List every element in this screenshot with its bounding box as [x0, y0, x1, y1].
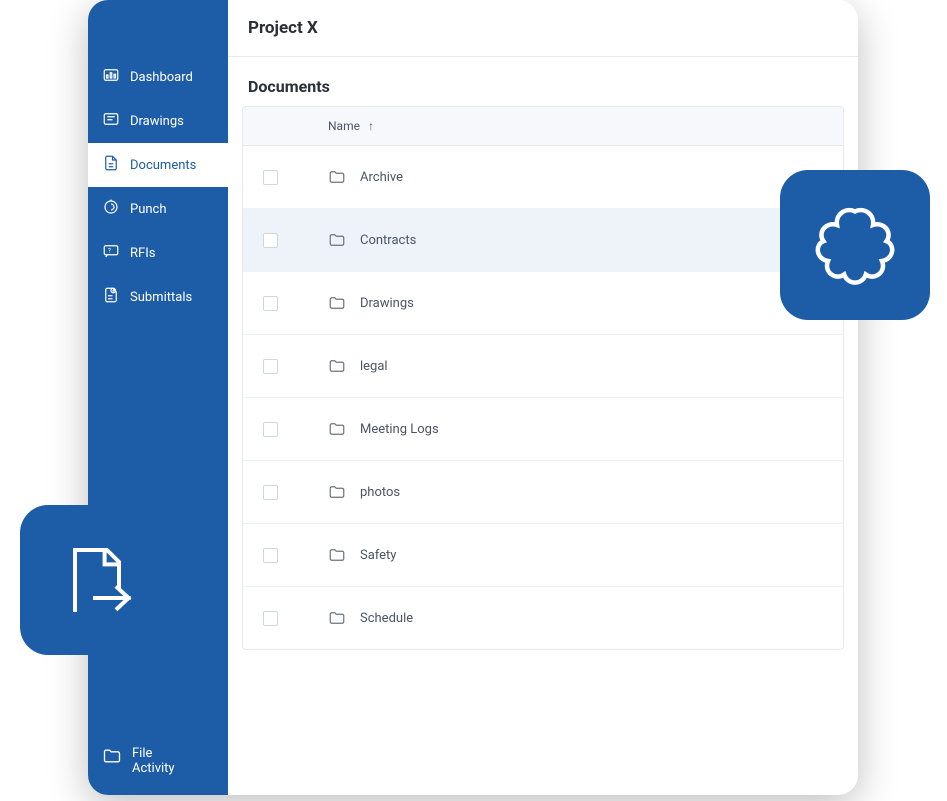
folder-icon	[102, 746, 122, 770]
sidebar-item-label: File Activity	[132, 746, 175, 777]
table-header: Name ↑	[243, 107, 843, 146]
folder-icon	[328, 420, 346, 438]
file-export-icon	[55, 538, 135, 622]
punch-icon	[102, 198, 120, 220]
sort-ascending-icon: ↑	[368, 119, 374, 133]
section-title: Documents	[228, 57, 858, 106]
folder-icon	[328, 546, 346, 564]
row-checkbox[interactable]	[263, 359, 278, 374]
sidebar-item-label: RFIs	[130, 246, 155, 261]
row-checkbox[interactable]	[263, 548, 278, 563]
drawings-icon	[102, 110, 120, 132]
table-row[interactable]: Archive	[243, 146, 843, 209]
export-badge	[20, 505, 170, 655]
sidebar-item-submittals[interactable]: Submittals	[88, 275, 228, 319]
folder-name-label: legal	[360, 359, 388, 374]
folder-name-label: Drawings	[360, 296, 414, 311]
folder-name-label: Schedule	[360, 611, 413, 626]
row-checkbox[interactable]	[263, 485, 278, 500]
sidebar-item-label: Submittals	[130, 290, 192, 305]
sidebar-item-documents[interactable]: Documents	[88, 143, 228, 187]
folder-icon	[328, 294, 346, 312]
row-checkbox[interactable]	[263, 611, 278, 626]
sidebar-item-rfis[interactable]: ? RFIs	[88, 231, 228, 275]
rfis-icon: ?	[102, 242, 120, 264]
page-title: Project X	[228, 0, 858, 57]
folder-icon	[328, 357, 346, 375]
sidebar: Dashboard Drawings Docume	[88, 0, 228, 795]
folder-icon	[328, 483, 346, 501]
svg-text:?: ?	[108, 248, 111, 255]
folder-name-label: Contracts	[360, 233, 416, 248]
sidebar-item-label: Drawings	[130, 114, 184, 129]
column-header-label: Name	[328, 119, 360, 133]
submittals-icon	[102, 286, 120, 308]
table-row[interactable]: Safety	[243, 524, 843, 587]
table-row[interactable]: legal	[243, 335, 843, 398]
documents-table: Name ↑ Archive	[242, 106, 844, 650]
folder-name-label: Meeting Logs	[360, 422, 439, 437]
row-checkbox[interactable]	[263, 296, 278, 311]
documents-icon	[102, 154, 120, 176]
row-checkbox[interactable]	[263, 170, 278, 185]
dashboard-icon	[102, 66, 120, 88]
row-checkbox[interactable]	[263, 233, 278, 248]
table-row[interactable]: Meeting Logs	[243, 398, 843, 461]
sidebar-item-file-activity[interactable]: File Activity	[88, 735, 228, 795]
folder-icon	[328, 231, 346, 249]
table-row[interactable]: photos	[243, 461, 843, 524]
sidebar-item-label: Punch	[130, 202, 167, 217]
row-checkbox[interactable]	[263, 422, 278, 437]
main-content: Project X Documents Name ↑	[228, 0, 858, 795]
sidebar-item-label: Documents	[130, 158, 196, 173]
app-window: Dashboard Drawings Docume	[88, 0, 858, 795]
sidebar-item-drawings[interactable]: Drawings	[88, 99, 228, 143]
folder-icon	[328, 609, 346, 627]
sidebar-item-dashboard[interactable]: Dashboard	[88, 55, 228, 99]
sidebar-item-label: Dashboard	[130, 70, 193, 85]
table-row[interactable]: Contracts	[243, 209, 843, 272]
folder-icon	[328, 168, 346, 186]
sidebar-item-punch[interactable]: Punch	[88, 187, 228, 231]
folder-name-label: Safety	[360, 548, 396, 563]
flower-icon	[810, 198, 900, 292]
folder-name-label: Archive	[360, 170, 403, 185]
column-header-name[interactable]: Name ↑	[328, 119, 374, 133]
table-row[interactable]: Schedule	[243, 587, 843, 649]
cloud-badge	[780, 170, 930, 320]
folder-name-label: photos	[360, 485, 400, 500]
table-row[interactable]: Drawings	[243, 272, 843, 335]
